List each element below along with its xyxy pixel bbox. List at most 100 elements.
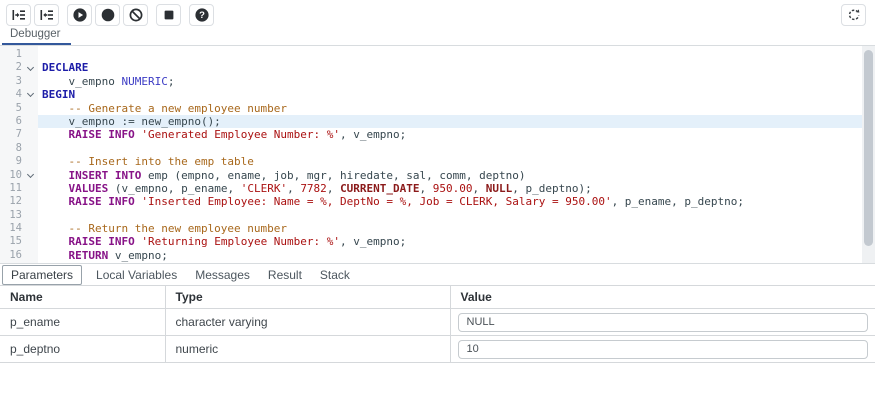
code-line: 11 VALUES (v_empno, p_ename, 'CLERK', 77… [0,182,875,195]
code-text[interactable] [38,48,862,61]
code-text[interactable]: RAISE INFO 'Inserted Employee: Name = %,… [38,195,862,208]
help-button[interactable]: ? [189,4,214,26]
toggle-breakpoint-button[interactable] [95,4,120,26]
line-number[interactable]: 4 [0,88,22,101]
code-text[interactable] [38,209,862,222]
code-token: RAISE INFO [69,195,135,208]
code-line: 5 -- Generate a new employee number [0,102,875,115]
code-text[interactable]: INSERT INTO emp (empno, ename, job, mgr,… [38,169,862,182]
line-number[interactable]: 16 [0,249,22,262]
gutter: 9 [0,155,38,168]
code-text[interactable]: -- Generate a new employee number [38,102,862,115]
code-text[interactable]: -- Insert into the emp table [38,155,862,168]
code-text[interactable]: v_empno := new_empno(); [38,115,862,128]
code-line: 9 -- Insert into the emp table [0,155,875,168]
code-line: 16 RETURN v_empno; [0,249,875,262]
tab-stack[interactable]: Stack [311,266,359,284]
code-line: 7 RAISE INFO 'Generated Employee Number:… [0,128,875,141]
line-number[interactable]: 7 [0,128,22,141]
code-area: 12DECLARE3 v_empno NUMERIC;4BEGIN5 -- Ge… [0,48,875,262]
help-icon: ? [194,7,210,23]
line-number[interactable]: 6 [0,115,22,128]
code-text[interactable]: RAISE INFO 'Generated Employee Number: %… [38,128,862,141]
fold-spacer [22,195,38,208]
gutter: 8 [0,142,38,155]
code-token: 'CLERK' [241,182,287,195]
param-name-cell: p_deptno [0,336,165,363]
code-text[interactable]: v_empno NUMERIC; [38,75,862,88]
fold-spacer [22,209,38,222]
code-text[interactable]: VALUES (v_empno, p_ename, 'CLERK', 7782,… [38,182,862,195]
code-token: v_empno; [108,249,168,262]
fold-spacer [22,249,38,262]
fold-spacer [22,155,38,168]
line-number[interactable]: 3 [0,75,22,88]
tab-parameters[interactable]: Parameters [2,265,82,285]
reset-layout-button[interactable] [841,4,866,26]
line-number[interactable]: 12 [0,195,22,208]
scrollbar-track[interactable] [862,46,875,263]
fold-spacer [22,128,38,141]
gutter: 6 [0,115,38,128]
step-into-button[interactable] [6,4,31,26]
step-over-button[interactable] [34,4,59,26]
fold-spacer [22,48,38,61]
code-token: v_empno := new_empno(); [42,115,221,128]
code-line: 2 DECLARE [0,61,875,74]
code-editor[interactable]: 12DECLARE3 v_empno NUMERIC;4BEGIN5 -- Ge… [0,46,875,264]
code-token: ; [168,75,175,88]
continue-button[interactable] [67,4,92,26]
tab-local-variables[interactable]: Local Variables [87,266,186,284]
stop-button[interactable] [156,4,181,26]
line-number[interactable]: 10 [0,169,22,182]
code-token: 'Inserted Employee: Name = %, DeptNo = %… [141,195,611,208]
line-number[interactable]: 9 [0,155,22,168]
line-number[interactable]: 13 [0,209,22,222]
code-text[interactable]: RAISE INFO 'Returning Employee Number: %… [38,235,862,248]
code-text[interactable] [38,142,862,155]
gutter: 2 [0,61,38,74]
code-token: DECLARE [42,61,88,74]
stop-icon [161,7,177,23]
code-token: -- Generate a new employee number [42,102,287,115]
code-text[interactable]: DECLARE [38,61,862,74]
tab-debugger[interactable]: Debugger [2,27,71,45]
fold-toggle[interactable] [22,61,38,74]
code-text[interactable]: -- Return the new employee number [38,222,862,235]
code-text[interactable]: RETURN v_empno; [38,249,862,262]
fold-spacer [22,235,38,248]
code-token: 'Returning Employee Number: %' [141,235,340,248]
code-line: 12 RAISE INFO 'Inserted Employee: Name =… [0,195,875,208]
line-number[interactable]: 8 [0,142,22,155]
tab-messages[interactable]: Messages [186,266,259,284]
line-number[interactable]: 2 [0,61,22,74]
code-text[interactable]: BEGIN [38,88,862,101]
scrollbar-thumb[interactable] [864,50,873,246]
chevron-down-icon [26,90,33,97]
tab-result[interactable]: Result [259,266,311,284]
step-over-icon [39,7,55,23]
code-token: v_empno [42,75,121,88]
line-number[interactable]: 1 [0,48,22,61]
code-token: , [473,182,486,195]
toggle-breakpoint-icon [100,7,116,23]
line-number[interactable]: 15 [0,235,22,248]
line-number[interactable]: 14 [0,222,22,235]
clear-all-breakpoints-button[interactable] [123,4,148,26]
param-value-input[interactable] [458,340,869,359]
code-token: VALUES [69,182,109,195]
code-line: 14 -- Return the new employee number [0,222,875,235]
code-token: RAISE INFO [69,235,135,248]
line-number[interactable]: 11 [0,182,22,195]
fold-toggle[interactable] [22,88,38,101]
line-number[interactable]: 5 [0,102,22,115]
code-token: (v_empno, p_ename, [108,182,240,195]
param-value-input[interactable] [458,313,869,332]
fold-toggle[interactable] [22,169,38,182]
code-line-current: 6 v_empno := new_empno(); [0,115,875,128]
clear-all-breakpoints-icon [128,7,144,23]
code-token: , v_empno; [340,235,406,248]
fold-spacer [22,102,38,115]
code-token: RAISE INFO [69,128,135,141]
code-line: 15 RAISE INFO 'Returning Employee Number… [0,235,875,248]
